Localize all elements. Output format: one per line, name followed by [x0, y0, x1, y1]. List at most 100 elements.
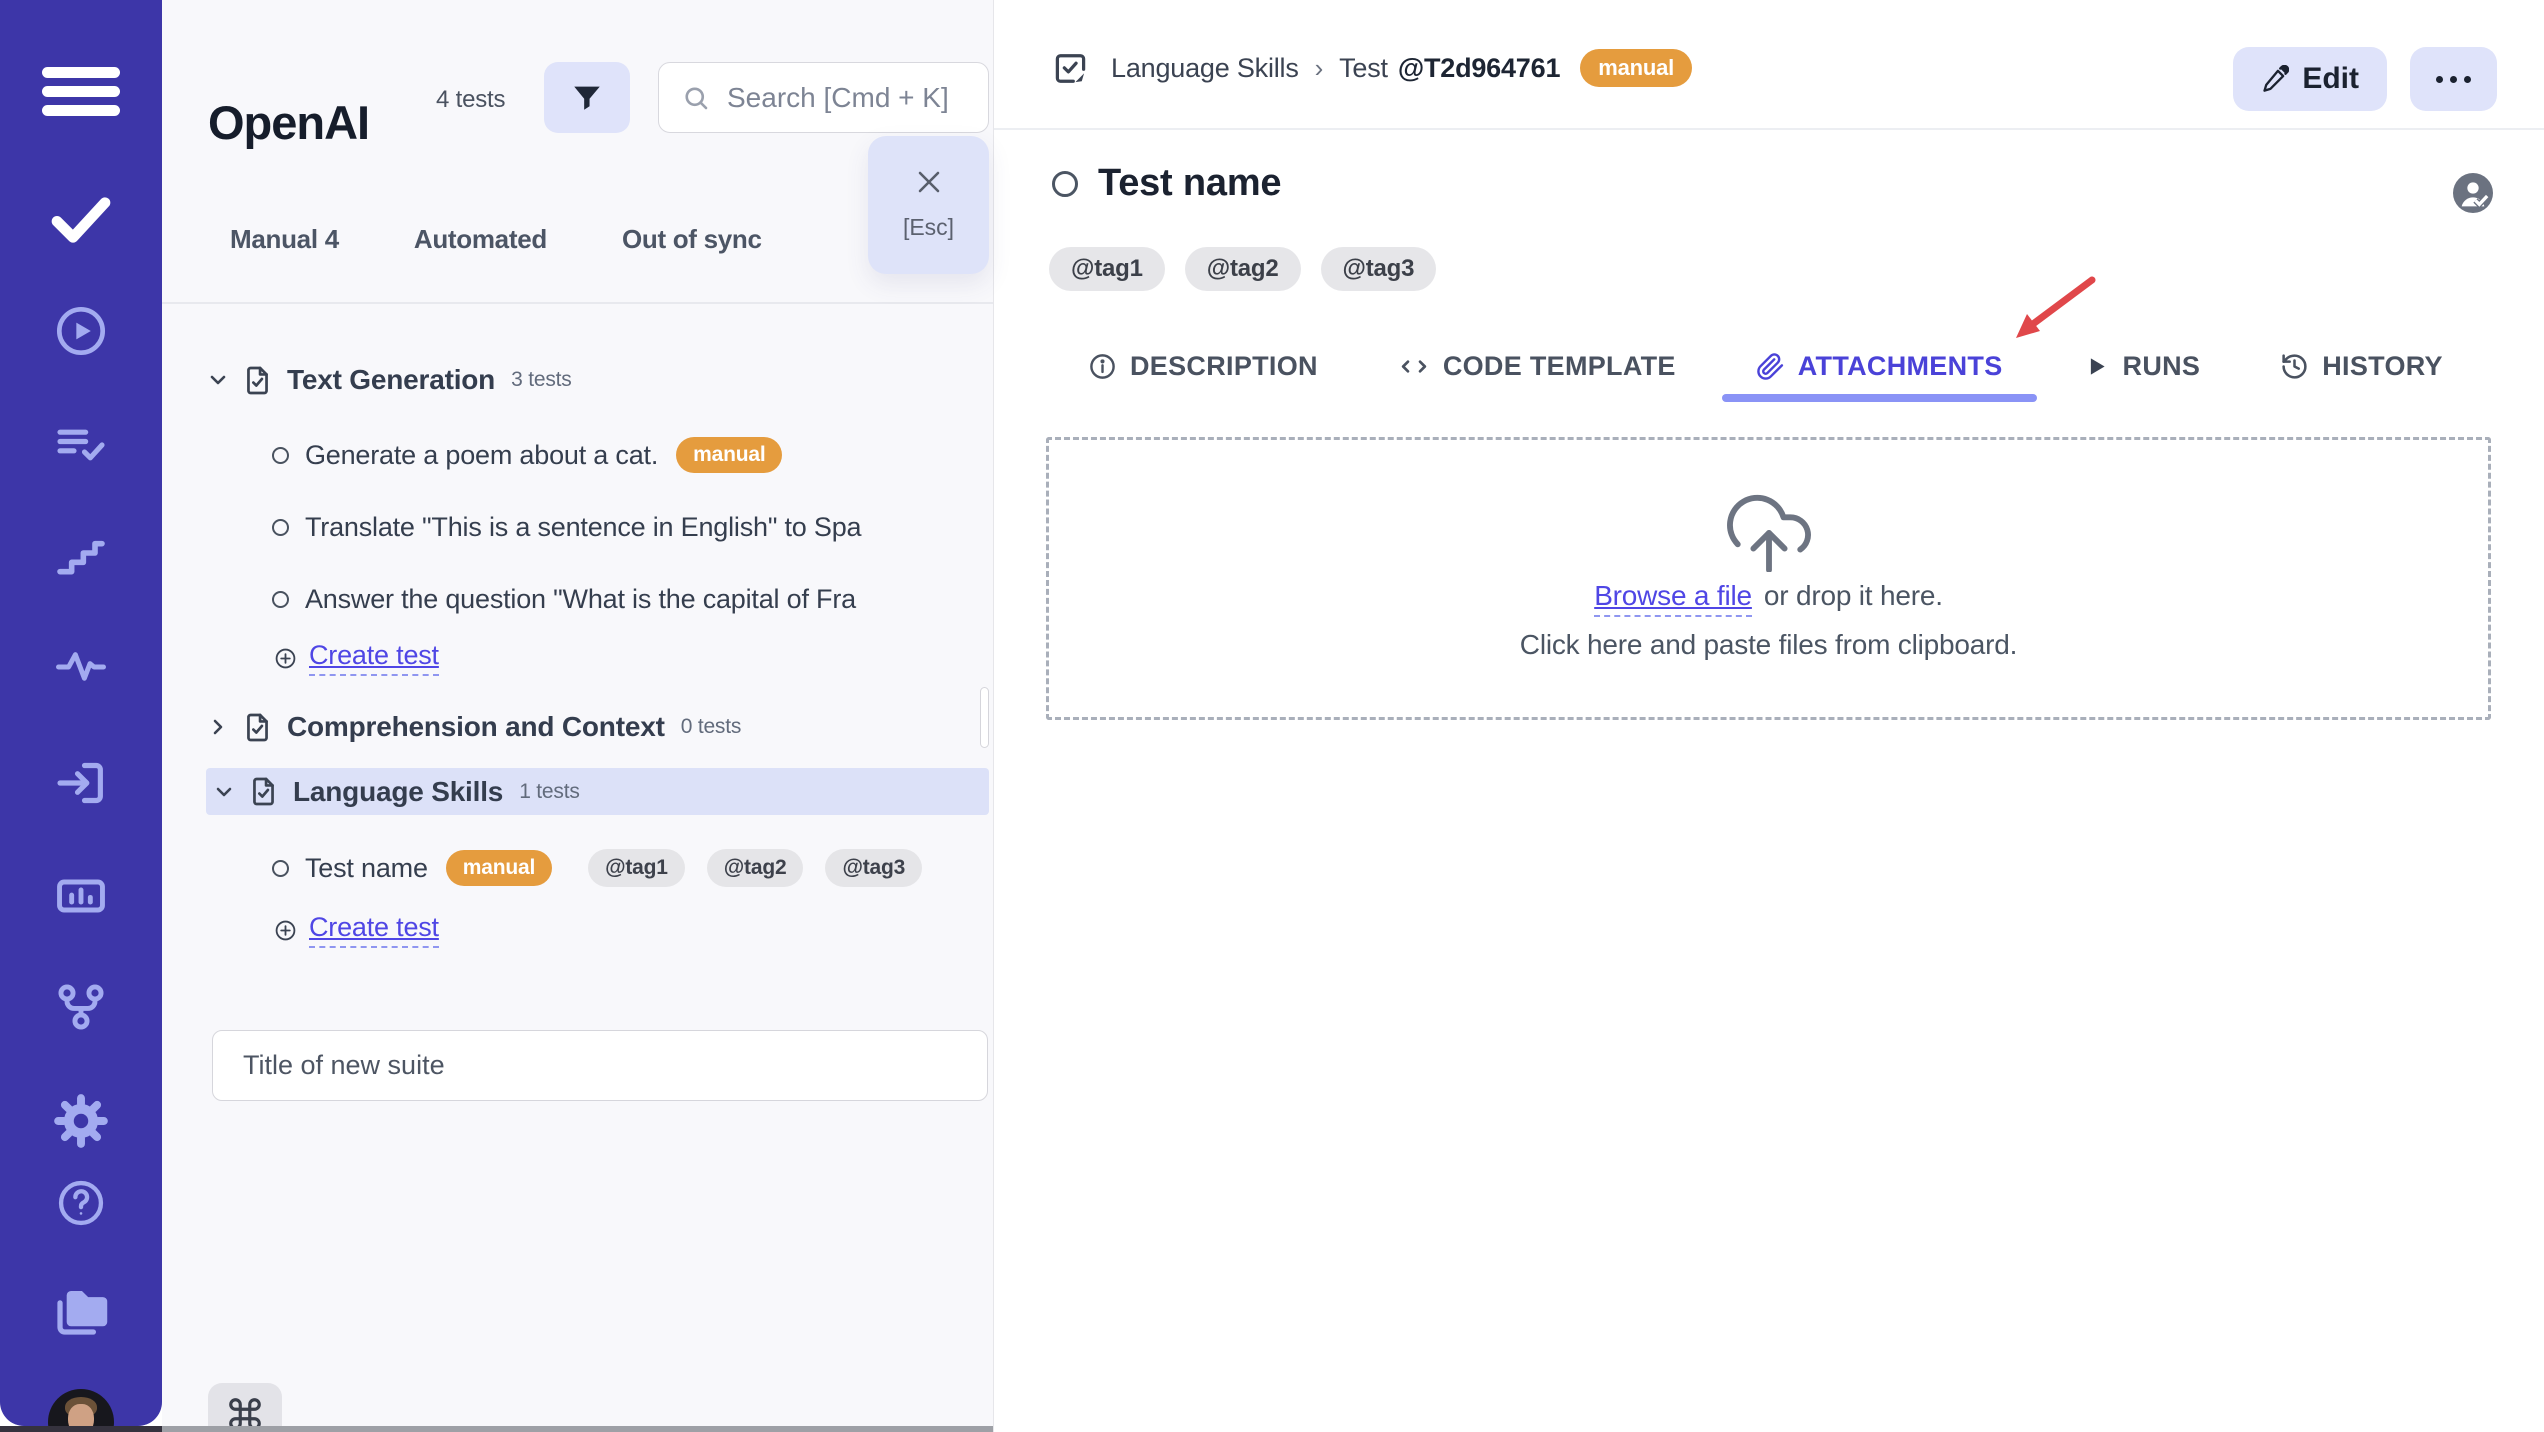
pencil-icon — [2261, 65, 2290, 93]
chevron-down-icon[interactable] — [212, 780, 236, 804]
close-search-button[interactable]: [Esc] — [868, 136, 989, 274]
play-icon — [2083, 353, 2110, 380]
suite-row-text-generation[interactable]: Text Generation 3 tests — [162, 352, 993, 408]
info-icon — [1088, 352, 1117, 381]
edit-button[interactable]: Edit — [2233, 47, 2387, 111]
library-title: OpenAI — [208, 96, 370, 150]
search-input[interactable] — [725, 80, 988, 115]
tab-automated[interactable]: Automated — [414, 224, 547, 255]
code-icon — [1398, 352, 1430, 381]
window-edge-dark — [0, 1426, 162, 1432]
test-row-capital[interactable]: Answer the question "What is the capital… — [162, 571, 993, 627]
tab-manual[interactable]: Manual 4 — [230, 224, 339, 255]
breadcrumb-separator: › — [1314, 52, 1324, 83]
header-actions: Edit — [2233, 47, 2497, 111]
tab-label: CODE TEMPLATE — [1442, 350, 1676, 381]
suite-count: 1 tests — [519, 779, 580, 803]
play-circle-icon[interactable] — [53, 303, 109, 359]
breadcrumb-test-label: Test — [1339, 52, 1388, 83]
create-test-row[interactable]: Create test — [162, 906, 993, 954]
create-test-row[interactable]: Create test — [162, 634, 993, 682]
close-icon — [913, 166, 945, 198]
tab-description[interactable]: DESCRIPTION — [1054, 330, 1352, 402]
search-icon — [681, 83, 711, 113]
status-circle-icon — [272, 446, 289, 464]
tab-code-template[interactable]: CODE TEMPLATE — [1364, 330, 1710, 402]
tabs-divider — [162, 302, 993, 304]
ellipsis-icon — [2436, 75, 2471, 83]
browse-file-link[interactable]: Browse a file — [1594, 580, 1752, 617]
library-test-count: 4 tests — [436, 86, 506, 113]
tab-attachments[interactable]: ATTACHMENTS — [1721, 330, 2037, 402]
suite-name: Comprehension and Context — [287, 711, 665, 742]
task-check-icon — [1052, 50, 1089, 87]
tag-chip: @tag3 — [1320, 247, 1437, 291]
tag-chip: @tag1 — [1049, 247, 1165, 291]
suite-doc-check-icon — [248, 776, 279, 807]
status-circle-icon — [272, 518, 289, 536]
tab-runs[interactable]: RUNS — [2049, 330, 2235, 402]
esc-hint-label: [Esc] — [902, 214, 955, 240]
list-check-icon[interactable] — [53, 417, 109, 473]
import-icon[interactable] — [52, 755, 110, 811]
drop-hint-text: or drop it here. — [1763, 580, 1943, 611]
more-options-button[interactable] — [2410, 47, 2497, 111]
activity-icon[interactable] — [54, 642, 108, 692]
icon-rail — [0, 0, 162, 1426]
suite-name: Text Generation — [287, 364, 496, 395]
new-suite-input[interactable] — [212, 1030, 988, 1101]
suite-row-language-skills[interactable]: Language Skills 1 tests — [206, 768, 989, 815]
tab-label: ATTACHMENTS — [1797, 350, 2003, 381]
test-row-translate[interactable]: Translate "This is a sentence in English… — [162, 499, 993, 555]
check-icon[interactable] — [49, 192, 113, 248]
suite-name: Language Skills — [293, 775, 504, 807]
status-circle-icon — [272, 859, 289, 877]
assignee-avatar-icon[interactable] — [2453, 173, 2493, 213]
create-test-link[interactable]: Create test — [309, 640, 439, 676]
manual-badge: manual — [676, 437, 783, 473]
chevron-down-icon[interactable] — [206, 368, 230, 392]
test-name: Answer the question "What is the capital… — [305, 583, 856, 614]
breadcrumb-test-id: @T2d964761 — [1397, 52, 1561, 83]
folder-icon[interactable] — [50, 1282, 112, 1340]
settings-gear-icon[interactable] — [53, 1093, 109, 1149]
detail-tabs: DESCRIPTION CODE TEMPLATE ATTACHMENTS RU… — [1054, 330, 2477, 402]
test-tags: @tag1 @tag2 @tag3 — [1049, 247, 1437, 291]
edit-button-label: Edit — [2302, 62, 2359, 95]
breadcrumb-suite[interactable]: Language Skills — [1111, 53, 1299, 84]
manual-badge: manual — [1580, 49, 1693, 87]
test-row-test-name[interactable]: Test name manual @tag1 @tag2 @tag3 — [162, 840, 993, 896]
suite-count: 3 tests — [511, 368, 572, 391]
command-key-button[interactable] — [208, 1383, 282, 1432]
tab-label: DESCRIPTION — [1130, 350, 1318, 381]
git-branch-icon[interactable] — [53, 979, 109, 1035]
help-icon[interactable] — [55, 1177, 107, 1229]
history-icon — [2280, 352, 2309, 381]
paperclip-icon — [1756, 352, 1785, 381]
chevron-right-icon[interactable] — [206, 715, 230, 739]
file-dropzone[interactable]: Browse a file or drop it here. Click her… — [1046, 437, 2491, 720]
user-avatar[interactable] — [48, 1389, 114, 1426]
suite-count: 0 tests — [680, 715, 742, 738]
menu-icon[interactable] — [42, 61, 120, 125]
manual-badge: manual — [445, 850, 553, 886]
tab-history[interactable]: HISTORY — [2246, 330, 2477, 402]
plus-circle-icon — [274, 647, 297, 670]
create-test-link[interactable]: Create test — [309, 912, 439, 948]
paste-hint-text: Click here and paste files from clipboar… — [1519, 629, 2018, 660]
steps-icon[interactable] — [53, 532, 109, 588]
tag-chip: @tag1 — [588, 849, 685, 887]
filter-button[interactable] — [544, 62, 630, 133]
suite-doc-check-icon — [242, 365, 273, 396]
test-row-poem[interactable]: Generate a poem about a cat. manual — [162, 427, 993, 483]
breadcrumb: Language Skills › Test @T2d964761 manual — [1052, 38, 1693, 98]
scrollbar-thumb[interactable] — [980, 687, 989, 748]
suite-row-comprehension[interactable]: Comprehension and Context 0 tests — [162, 699, 993, 755]
header-divider — [994, 128, 2544, 130]
test-title-row: Test name — [1052, 162, 1282, 205]
bar-chart-icon[interactable] — [53, 868, 109, 924]
tab-out-of-sync[interactable]: Out of sync — [622, 224, 762, 255]
plus-circle-icon — [274, 919, 297, 942]
status-circle-icon — [272, 590, 289, 608]
tab-label: RUNS — [2122, 350, 2201, 381]
